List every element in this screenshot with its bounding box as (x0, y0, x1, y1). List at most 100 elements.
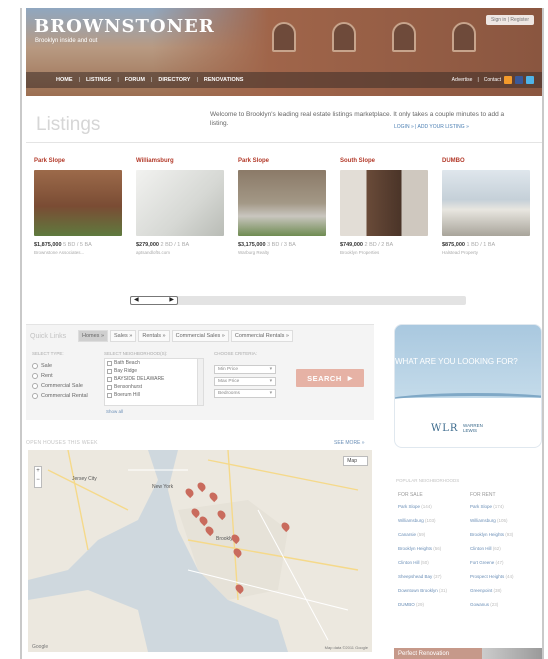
tab-homes[interactable]: Homes » (78, 330, 109, 342)
neighborhood-list[interactable]: Bath Beach Bay Ridge BAYSIDE DELAWARE Be… (104, 358, 204, 406)
site-logo[interactable]: BROWNSTONER (34, 16, 215, 37)
listing-photo[interactable] (238, 170, 326, 236)
show-all-link[interactable]: Show all (106, 409, 123, 414)
neighborhood-option[interactable]: BAYSIDE DELAWARE (105, 375, 203, 383)
listing-card[interactable]: Williamsburg $279,000 2 BD / 1 BA aptsan… (134, 156, 234, 257)
nav-forum[interactable]: FORUM (125, 77, 145, 83)
nav-home[interactable]: HOME (56, 77, 73, 83)
listing-photo[interactable] (136, 170, 224, 236)
nav-listings[interactable]: LISTINGS (86, 77, 111, 83)
neighborhood-heading: SELECT NEIGHBORHOOD(S): (104, 351, 168, 356)
radio-icon[interactable] (32, 393, 38, 399)
popular-sale-link[interactable]: Canarsie (59) (398, 532, 425, 537)
popular-rent-link[interactable]: Brooklyn Heights (93) (470, 532, 513, 537)
popular-sale-link[interactable]: Williamsburg (103) (398, 518, 436, 523)
type-option-sale[interactable]: Sale (32, 363, 52, 369)
signin-register-link[interactable]: Sign in | Register (486, 15, 534, 25)
tab-rentals[interactable]: Rentals » (138, 330, 170, 342)
listing-neighborhood[interactable]: Williamsburg (136, 158, 232, 166)
popular-sale-link[interactable]: DUMBO (29) (398, 602, 424, 607)
type-label: Commercial Rental (41, 393, 88, 399)
nav-advertise[interactable]: Advertise (452, 77, 473, 83)
login-link[interactable]: LOGIN » (394, 124, 414, 130)
open-houses-map[interactable]: Jersey City New York Brooklyn + − Map Goo… (28, 450, 372, 652)
pop-name: Downtown Brooklyn (398, 588, 438, 593)
neighborhood-option[interactable]: Bath Beach (105, 359, 203, 367)
popular-rent-link[interactable]: Fort Greene (47) (470, 560, 504, 565)
popular-sale-link[interactable]: Brooklyn Heights (56) (398, 546, 441, 551)
warren-lewis-ad[interactable]: WHAT ARE YOU LOOKING FOR? WLR WARREN LEWI… (394, 324, 542, 448)
add-listing-link[interactable]: ADD YOUR LISTING » (418, 124, 469, 130)
criteria-heading: CHOOSE CRITERIA: (214, 351, 258, 356)
neighborhood-option[interactable]: Bensonhurst (105, 383, 203, 391)
page-title: Listings (36, 114, 101, 135)
listing-card[interactable]: South Slope $749,000 2 BD / 2 BA Brookly… (338, 156, 438, 257)
min-price-select[interactable]: Min Price (214, 365, 276, 374)
search-button[interactable]: SEARCH ▶ (296, 369, 364, 387)
see-more-link[interactable]: SEE MORE » (334, 440, 365, 446)
checkbox-icon[interactable] (107, 360, 112, 366)
popular-sale-link[interactable]: Park Slope (144) (398, 504, 432, 509)
scroll-left-icon[interactable]: ◀ (134, 297, 139, 304)
listing-price: $3,175,000 3 BD / 3 BA (238, 242, 334, 248)
pop-name: Clinton Hill (470, 546, 492, 551)
pop-name: Brooklyn Heights (398, 546, 433, 551)
listing-neighborhood[interactable]: DUMBO (442, 158, 538, 166)
checkbox-icon[interactable] (107, 392, 112, 398)
tab-commercial-sales[interactable]: Commercial Sales » (171, 330, 229, 342)
radio-icon[interactable] (32, 363, 38, 369)
popular-rent-link[interactable]: Williamsburg (105) (470, 518, 508, 523)
popular-rent-link[interactable]: Park Slope (174) (470, 504, 504, 509)
popular-rent-link[interactable]: Gowanus (23) (470, 602, 498, 607)
tab-sales[interactable]: Sales » (110, 330, 137, 342)
tab-commercial-rentals[interactable]: Commercial Rentals » (230, 330, 293, 342)
checkbox-icon[interactable] (107, 376, 112, 382)
zoom-in-icon[interactable]: + (35, 467, 41, 476)
checkbox-icon[interactable] (107, 384, 112, 390)
listing-card[interactable]: Park Slope $3,175,000 3 BD / 3 BA Warbur… (236, 156, 336, 257)
popular-sale-link[interactable]: Sheepshead Bay (37) (398, 574, 442, 579)
radio-icon[interactable] (32, 383, 38, 389)
zoom-out-icon[interactable]: − (35, 476, 41, 485)
pop-count: (103) (425, 518, 436, 523)
listing-neighborhood[interactable]: South Slope (340, 158, 436, 166)
listing-photo[interactable] (442, 170, 530, 236)
listing-photo[interactable] (34, 170, 122, 236)
carousel-scrollbar[interactable]: ◀ ▶ (130, 296, 466, 305)
listing-card[interactable]: DUMBO $875,000 1 BD / 1 BA Halstead Prop… (440, 156, 540, 257)
quick-links-tabs: Homes » Sales » Rentals » Commercial Sal… (78, 330, 295, 342)
listing-card[interactable]: Park Slope $1,875,000 5 BD / 5 BA Browns… (32, 156, 132, 257)
max-price-select[interactable]: Max Price (214, 377, 276, 386)
pop-count: (31) (439, 588, 448, 593)
neighborhood-option[interactable]: Bay Ridge (105, 367, 203, 375)
listing-photo[interactable] (340, 170, 428, 236)
nav-contact[interactable]: Contact (484, 77, 501, 83)
popular-sale-link[interactable]: Downtown Brooklyn (31) (398, 588, 447, 593)
rss-icon[interactable] (504, 76, 512, 84)
listing-neighborhood[interactable]: Park Slope (238, 158, 334, 166)
type-option-rent[interactable]: Rent (32, 373, 53, 379)
listing-neighborhood[interactable]: Park Slope (34, 158, 130, 166)
type-option-commercial-rental[interactable]: Commercial Rental (32, 393, 88, 399)
radio-icon[interactable] (32, 373, 38, 379)
map-zoom-control[interactable]: + − (34, 466, 42, 488)
popular-rent-link[interactable]: Prospect Heights (44) (470, 574, 514, 579)
pop-count: (44) (505, 574, 514, 579)
bedrooms-select[interactable]: Bedrooms (214, 389, 276, 398)
type-option-commercial-sale[interactable]: Commercial Sale (32, 383, 83, 389)
nav-renovations[interactable]: RENOVATIONS (204, 77, 244, 83)
popular-sale-link[interactable]: Clinton Hill (50) (398, 560, 429, 565)
checkbox-icon[interactable] (107, 368, 112, 374)
popular-rent-link[interactable]: Clinton Hill (62) (470, 546, 501, 551)
neighborhood-option[interactable]: Boerum Hill (105, 391, 203, 399)
perfect-renovation-banner[interactable]: Perfect Renovation (394, 648, 542, 659)
scroll-right-icon[interactable]: ▶ (169, 297, 174, 304)
quick-links-title: Quick Links (30, 333, 67, 340)
nav-directory[interactable]: DIRECTORY (158, 77, 190, 83)
popular-rent-link[interactable]: Greenpoint (38) (470, 588, 502, 593)
map-type-select[interactable]: Map (343, 456, 368, 466)
carousel-scroll-thumb[interactable]: ◀ ▶ (130, 296, 178, 305)
neighborhood-scrollbar[interactable] (197, 359, 203, 405)
facebook-icon[interactable] (515, 76, 523, 84)
twitter-icon[interactable] (526, 76, 534, 84)
